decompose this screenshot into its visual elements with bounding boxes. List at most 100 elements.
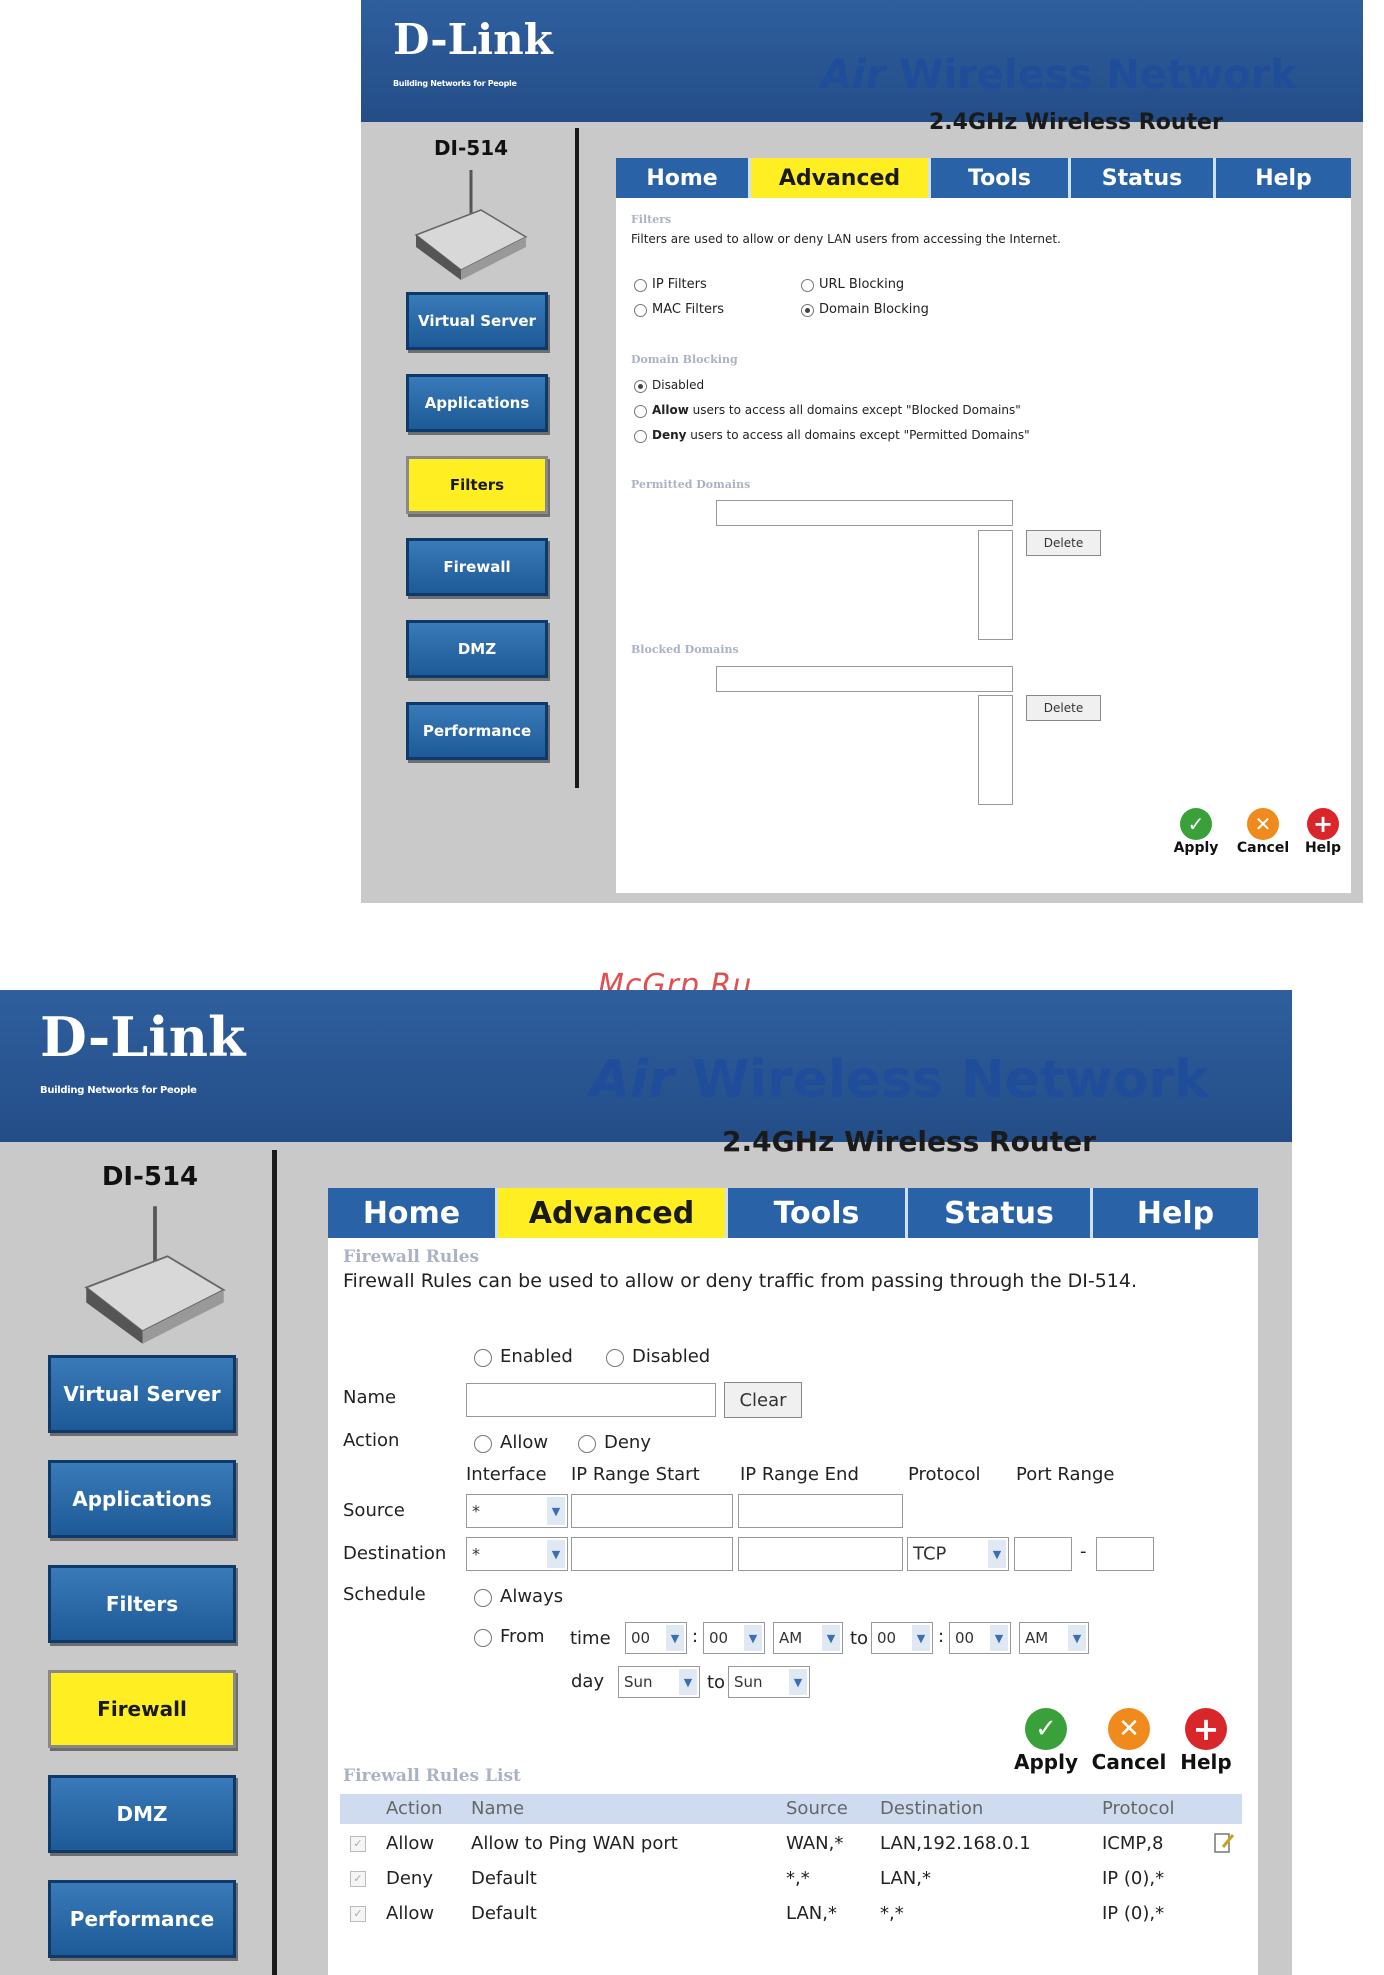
port-separator: - <box>1080 1541 1087 1562</box>
source-label: Source <box>343 1500 405 1521</box>
destination-interface-select[interactable]: * ▼ <box>466 1537 568 1571</box>
radio-deny[interactable] <box>578 1435 596 1453</box>
tab-help[interactable]: Help <box>1216 158 1351 198</box>
sidebar-item-dmz[interactable]: DMZ <box>48 1775 236 1853</box>
radio-domain-disabled[interactable] <box>634 380 647 393</box>
blocked-domains-list[interactable] <box>978 695 1013 805</box>
sidebar-item-firewall[interactable]: Firewall <box>48 1670 236 1748</box>
sidebar-item-performance[interactable]: Performance <box>48 1880 236 1958</box>
chevron-down-icon: ▼ <box>988 1540 1006 1568</box>
rule-checkbox[interactable]: ✓ <box>350 1871 366 1887</box>
destination-ip-end-input[interactable] <box>738 1537 903 1571</box>
cancel-button[interactable]: ✕ Cancel <box>1086 1708 1172 1774</box>
tab-status[interactable]: Status <box>908 1188 1093 1238</box>
sidebar-item-performance[interactable]: Performance <box>406 702 548 760</box>
sidebar-item-firewall[interactable]: Firewall <box>406 538 548 596</box>
permitted-delete-button[interactable]: Delete <box>1026 530 1101 556</box>
from-day-select[interactable]: Sun ▼ <box>618 1666 700 1698</box>
radio-from[interactable] <box>474 1629 492 1647</box>
radio-always[interactable] <box>474 1589 492 1607</box>
radio-mac-filters[interactable] <box>634 304 647 317</box>
radio-allow[interactable] <box>474 1435 492 1453</box>
protocol-select[interactable]: TCP ▼ <box>907 1537 1009 1571</box>
list-header-name: Name <box>471 1798 525 1819</box>
help-button[interactable]: + Help <box>1298 808 1348 856</box>
permitted-domains-list[interactable] <box>978 530 1013 640</box>
tab-home[interactable]: Home <box>328 1188 498 1238</box>
radio-domain-deny[interactable] <box>634 430 647 443</box>
sidebar-item-dmz[interactable]: DMZ <box>406 620 548 678</box>
radio-domain-allow[interactable] <box>634 405 647 418</box>
port-start-input[interactable] <box>1014 1537 1072 1571</box>
tab-status[interactable]: Status <box>1071 158 1216 198</box>
rule-checkbox[interactable]: ✓ <box>350 1906 366 1922</box>
label-always: Always <box>500 1586 564 1607</box>
edit-icon[interactable] <box>1213 1831 1235 1855</box>
tab-home[interactable]: Home <box>616 158 751 198</box>
source-interface-select[interactable]: * ▼ <box>466 1494 568 1528</box>
to-minute-select[interactable]: 00 ▼ <box>949 1622 1011 1654</box>
col-interface: Interface <box>466 1464 547 1485</box>
rule-source: *,* <box>786 1868 810 1889</box>
blocked-domain-input[interactable] <box>716 666 1013 692</box>
to-hour-select[interactable]: 00 ▼ <box>871 1622 933 1654</box>
from-hour-select[interactable]: 00 ▼ <box>625 1622 687 1654</box>
sidebar-item-filters[interactable]: Filters <box>48 1565 236 1643</box>
radio-url-blocking[interactable] <box>801 279 814 292</box>
model-label: DI-514 <box>101 1162 199 1192</box>
label-mac-filters: MAC Filters <box>652 302 725 317</box>
radio-ip-filters[interactable] <box>634 279 647 292</box>
domain-blocking-title: Domain Blocking <box>631 353 738 366</box>
sidebar-item-virtual-server[interactable]: Virtual Server <box>406 292 548 350</box>
apply-button[interactable]: ✓ Apply <box>1008 1708 1084 1774</box>
to-day-select[interactable]: Sun ▼ <box>728 1666 810 1698</box>
chevron-down-icon: ▼ <box>666 1625 684 1651</box>
apply-button[interactable]: ✓ Apply <box>1166 808 1226 856</box>
sidebar-item-applications[interactable]: Applications <box>406 374 548 432</box>
to-colon: : <box>938 1626 945 1647</box>
from-ampm-select[interactable]: AM ▼ <box>773 1622 843 1654</box>
clear-button[interactable]: Clear <box>724 1382 802 1418</box>
rule-destination: LAN,192.168.0.1 <box>880 1833 1031 1854</box>
sidebar-item-filters[interactable]: Filters <box>406 456 548 514</box>
sidebar-divider <box>272 1150 277 1975</box>
sidebar-item-applications[interactable]: Applications <box>48 1460 236 1538</box>
content-panel: Home Advanced Tools Status Help Filters … <box>616 158 1351 893</box>
tab-tools[interactable]: Tools <box>728 1188 908 1238</box>
radio-domain-blocking[interactable] <box>801 304 814 317</box>
radio-enabled[interactable] <box>474 1349 492 1367</box>
tab-tools[interactable]: Tools <box>931 158 1071 198</box>
chevron-down-icon: ▼ <box>744 1625 762 1651</box>
chevron-down-icon: ▼ <box>547 1540 565 1568</box>
rule-checkbox[interactable]: ✓ <box>350 1836 366 1852</box>
name-input[interactable] <box>466 1383 716 1417</box>
schedule-label: Schedule <box>343 1584 426 1605</box>
label-enabled: Enabled <box>500 1346 573 1367</box>
cancel-button[interactable]: ✕ Cancel <box>1228 808 1298 856</box>
tab-advanced[interactable]: Advanced <box>751 158 931 198</box>
rule-name: Allow to Ping WAN port <box>471 1833 678 1854</box>
permitted-domain-input[interactable] <box>716 500 1013 526</box>
radio-disabled[interactable] <box>606 1349 624 1367</box>
port-end-input[interactable] <box>1096 1537 1154 1571</box>
rule-destination: *,* <box>880 1903 904 1924</box>
firewall-rules-description: Firewall Rules can be used to allow or d… <box>343 1270 1137 1292</box>
name-label: Name <box>343 1387 397 1408</box>
label-to-time: to <box>850 1628 869 1649</box>
source-ip-start-input[interactable] <box>571 1494 733 1528</box>
source-ip-end-input[interactable] <box>738 1494 903 1528</box>
from-minute-select[interactable]: 00 ▼ <box>703 1622 765 1654</box>
product-subtitle: 2.4GHz Wireless Router <box>722 1125 1096 1158</box>
to-ampm-select[interactable]: AM ▼ <box>1019 1622 1089 1654</box>
firewall-screenshot: D-Link Building Networks for People Air … <box>0 990 1292 1975</box>
destination-ip-start-input[interactable] <box>571 1537 733 1571</box>
product-subtitle: 2.4GHz Wireless Router <box>929 110 1223 135</box>
col-protocol: Protocol <box>908 1464 981 1485</box>
tab-advanced[interactable]: Advanced <box>498 1188 728 1238</box>
tab-help[interactable]: Help <box>1093 1188 1258 1238</box>
sidebar-item-virtual-server[interactable]: Virtual Server <box>48 1355 236 1433</box>
rule-protocol: ICMP,8 <box>1102 1833 1164 1854</box>
help-button[interactable]: + Help <box>1174 1708 1238 1774</box>
filters-description: Filters are used to allow or deny LAN us… <box>631 232 1061 246</box>
blocked-delete-button[interactable]: Delete <box>1026 695 1101 721</box>
